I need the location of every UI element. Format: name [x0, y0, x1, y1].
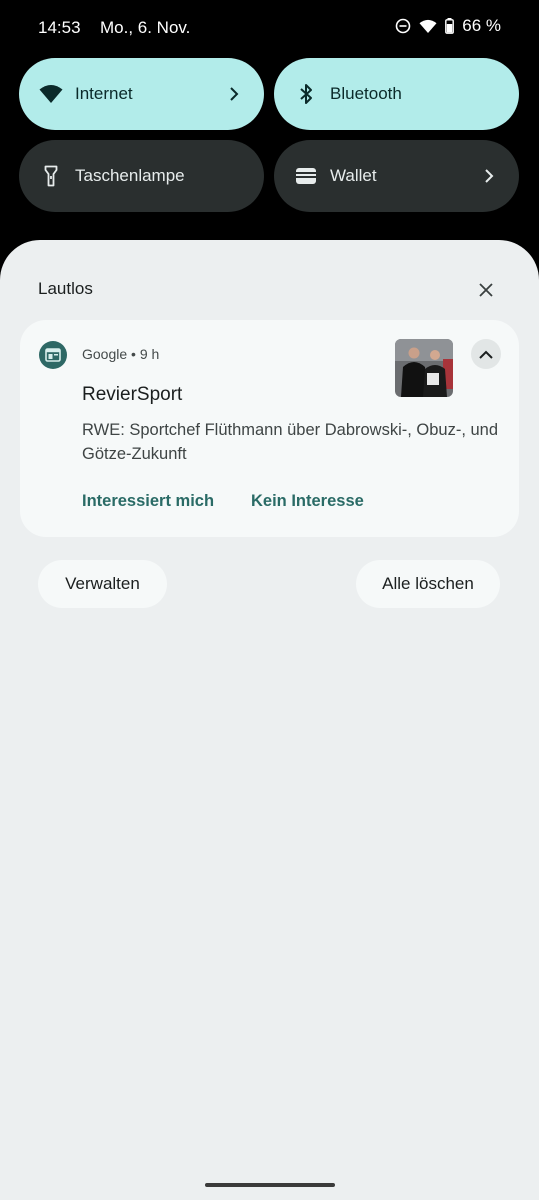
tile-bluetooth[interactable]: Bluetooth	[274, 58, 519, 130]
battery-percentage: 66 %	[462, 16, 501, 35]
bluetooth-icon	[294, 82, 318, 106]
action-not-interested[interactable]: Kein Interesse	[251, 492, 364, 511]
notification-card[interactable]: Google • 9 h RevierSport RWE: Sportchef …	[20, 320, 519, 537]
action-interested[interactable]: Interessiert mich	[82, 492, 214, 511]
notification-time: 9 h	[139, 346, 160, 362]
notification-title: RevierSport	[82, 384, 183, 405]
chevron-up-icon	[479, 350, 493, 359]
status-bar: 14:53 Mo., 6. Nov. 66 %	[0, 0, 539, 56]
manage-button[interactable]: Verwalten	[38, 560, 167, 608]
wifi-icon	[39, 82, 63, 106]
google-news-icon	[39, 341, 67, 369]
close-icon[interactable]	[472, 276, 500, 304]
wifi-icon	[419, 19, 437, 34]
chevron-right-icon	[222, 82, 246, 106]
date: Mo., 6. Nov.	[100, 18, 191, 37]
tile-flashlight[interactable]: Taschenlampe	[19, 140, 264, 212]
tile-label: Wallet	[330, 166, 377, 185]
tile-label: Taschenlampe	[75, 166, 185, 185]
notification-meta: Google • 9 h	[82, 346, 159, 362]
app-name: Google	[82, 346, 128, 362]
clock: 14:53	[38, 18, 81, 37]
gesture-navigation-bar[interactable]	[205, 1183, 335, 1187]
tile-internet[interactable]: Internet	[19, 58, 264, 130]
status-icons: 66 %	[395, 16, 501, 36]
tile-label: Bluetooth	[330, 84, 402, 103]
wallet-icon	[294, 164, 318, 188]
tile-wallet[interactable]: Wallet	[274, 140, 519, 212]
notification-body: RWE: Sportchef Flüthmann über Dabrowski-…	[82, 421, 499, 463]
tile-label: Internet	[75, 84, 133, 103]
chevron-right-icon	[477, 164, 501, 188]
flashlight-icon	[39, 164, 63, 188]
separator-dot: •	[131, 346, 140, 362]
clear-all-button[interactable]: Alle löschen	[356, 560, 500, 608]
battery-icon	[445, 18, 455, 34]
article-thumbnail	[395, 339, 453, 397]
dnd-icon	[395, 18, 411, 34]
collapse-button[interactable]	[471, 339, 501, 369]
section-title: Lautlos	[38, 279, 93, 298]
